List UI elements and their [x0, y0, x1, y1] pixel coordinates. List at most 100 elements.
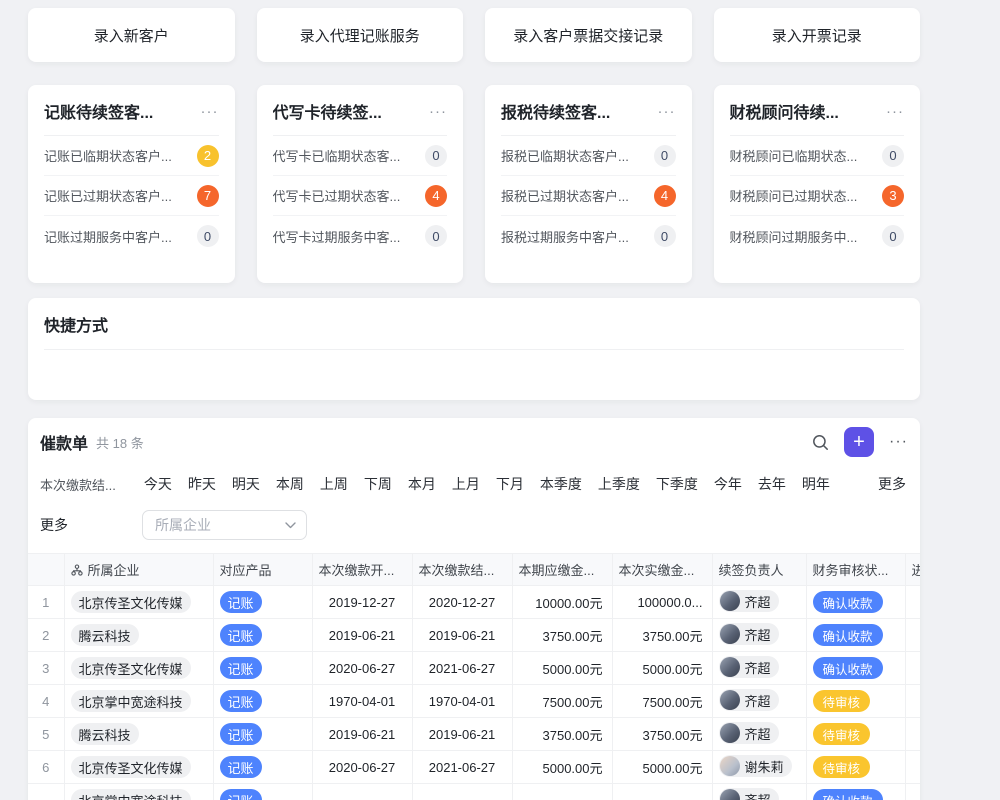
table-row[interactable]: 北京掌中宽途科技 记账 齐超 确认收款 — [28, 784, 920, 800]
start-date-cell[interactable]: 2019-12-27 — [312, 586, 412, 619]
table-row[interactable]: 6 北京传圣文化传媒 记账 2020-06-27 2021-06-27 5000… — [28, 751, 920, 784]
start-date-cell[interactable]: 2019-06-21 — [312, 718, 412, 751]
company-tag[interactable]: 北京掌中宽途科技 — [71, 789, 191, 800]
person-tag[interactable]: 齐超 — [719, 788, 779, 800]
filter-chip-next-quarter[interactable]: 下季度 — [656, 474, 698, 494]
product-tag[interactable]: 记账 — [220, 624, 262, 646]
table-row[interactable]: 4 北京掌中宽途科技 记账 1970-04-01 1970-04-01 7500… — [28, 685, 920, 718]
stat-item[interactable]: 记账已临期状态客户... 2 — [44, 136, 219, 176]
stat-item[interactable]: 代写卡已过期状态客... 4 — [273, 176, 448, 216]
filter-chip-tomorrow[interactable]: 明天 — [232, 474, 260, 494]
search-icon[interactable] — [812, 434, 829, 451]
company-tag[interactable]: 北京传圣文化传媒 — [71, 591, 191, 613]
more-menu-icon[interactable]: ··· — [889, 433, 908, 451]
column-header-product[interactable]: 对应产品 — [213, 554, 312, 586]
amount-paid-cell[interactable]: 5000.00元 — [612, 652, 712, 685]
stat-item[interactable]: 财税顾问过期服务中... 0 — [730, 216, 905, 256]
more-filters-button[interactable]: 更多 — [40, 515, 68, 535]
filter-chip-today[interactable]: 今天 — [144, 474, 172, 494]
company-tag[interactable]: 腾云科技 — [71, 624, 139, 646]
status-badge[interactable]: 待审核 — [813, 723, 871, 745]
amount-due-cell[interactable]: 5000.00元 — [512, 751, 612, 784]
amount-due-cell[interactable] — [512, 784, 612, 800]
filter-chip-this-quarter[interactable]: 本季度 — [540, 474, 582, 494]
add-record-button[interactable]: + — [844, 427, 874, 457]
column-header-renewal-owner[interactable]: 续签负责人 — [712, 554, 806, 586]
filter-chip-last-year[interactable]: 去年 — [758, 474, 786, 494]
entry-bill-handover-button[interactable]: 录入客户票据交接记录 — [485, 8, 692, 62]
end-date-cell[interactable]: 2019-06-21 — [412, 619, 512, 652]
stat-item[interactable]: 记账已过期状态客户... 7 — [44, 176, 219, 216]
table-row[interactable]: 2 腾云科技 记账 2019-06-21 2019-06-21 3750.00元… — [28, 619, 920, 652]
start-date-cell[interactable]: 2019-06-21 — [312, 619, 412, 652]
filter-chip-this-week[interactable]: 本周 — [276, 474, 304, 494]
person-tag[interactable]: 齐超 — [719, 689, 779, 711]
company-tag[interactable]: 腾云科技 — [71, 723, 139, 745]
stat-item[interactable]: 报税已过期状态客户... 4 — [501, 176, 676, 216]
entry-invoice-record-button[interactable]: 录入开票记录 — [714, 8, 921, 62]
amount-due-cell[interactable]: 3750.00元 — [512, 619, 612, 652]
filter-more-button[interactable]: 更多 — [878, 474, 906, 494]
start-date-cell[interactable]: 1970-04-01 — [312, 685, 412, 718]
column-header-audit-status[interactable]: 财务审核状... — [806, 554, 905, 586]
filter-chip-next-month[interactable]: 下月 — [496, 474, 524, 494]
person-tag[interactable]: 齐超 — [719, 590, 779, 612]
stat-item[interactable]: 代写卡过期服务中客... 0 — [273, 216, 448, 256]
status-badge[interactable]: 待审核 — [813, 690, 871, 712]
status-badge[interactable]: 待审核 — [813, 756, 871, 778]
stat-item[interactable]: 报税过期服务中客户... 0 — [501, 216, 676, 256]
product-tag[interactable]: 记账 — [220, 591, 262, 613]
more-menu-icon[interactable]: ··· — [886, 104, 904, 119]
table-row[interactable]: 5 腾云科技 记账 2019-06-21 2019-06-21 3750.00元… — [28, 718, 920, 751]
stat-item[interactable]: 财税顾问已临期状态... 0 — [730, 136, 905, 176]
filter-chip-next-year[interactable]: 明年 — [802, 474, 830, 494]
person-tag[interactable]: 齐超 — [719, 623, 779, 645]
company-tag[interactable]: 北京传圣文化传媒 — [71, 657, 191, 679]
filter-chip-last-month[interactable]: 上月 — [452, 474, 480, 494]
table-row[interactable]: 3 北京传圣文化传媒 记账 2020-06-27 2021-06-27 5000… — [28, 652, 920, 685]
company-tag[interactable]: 北京掌中宽途科技 — [71, 690, 191, 712]
amount-due-cell[interactable]: 7500.00元 — [512, 685, 612, 718]
person-tag[interactable]: 齐超 — [719, 722, 779, 744]
product-tag[interactable]: 记账 — [220, 756, 262, 778]
start-date-cell[interactable]: 2020-06-27 — [312, 751, 412, 784]
stat-item[interactable]: 代写卡已临期状态客... 0 — [273, 136, 448, 176]
column-header-company[interactable]: 所属企业 — [64, 554, 213, 586]
stat-item[interactable]: 报税已临期状态客户... 0 — [501, 136, 676, 176]
column-header-end-date[interactable]: 本次缴款结... — [412, 554, 512, 586]
table-row[interactable]: 1 北京传圣文化传媒 记账 2019-12-27 2020-12-27 1000… — [28, 586, 920, 619]
column-header-start-date[interactable]: 本次缴款开... — [312, 554, 412, 586]
stat-item[interactable]: 财税顾问已过期状态... 3 — [730, 176, 905, 216]
amount-paid-cell[interactable]: 100000.0... — [612, 586, 712, 619]
more-menu-icon[interactable]: ··· — [201, 104, 219, 119]
more-menu-icon[interactable]: ··· — [429, 104, 447, 119]
filter-chip-last-week[interactable]: 上周 — [320, 474, 348, 494]
amount-paid-cell[interactable]: 7500.00元 — [612, 685, 712, 718]
filter-chip-this-month[interactable]: 本月 — [408, 474, 436, 494]
product-tag[interactable]: 记账 — [220, 657, 262, 679]
entry-new-customer-button[interactable]: 录入新客户 — [28, 8, 235, 62]
end-date-cell[interactable]: 2019-06-21 — [412, 718, 512, 751]
amount-paid-cell[interactable]: 3750.00元 — [612, 619, 712, 652]
filter-chip-yesterday[interactable]: 昨天 — [188, 474, 216, 494]
column-header-amount-due[interactable]: 本期应缴金... — [512, 554, 612, 586]
start-date-cell[interactable]: 2020-06-27 — [312, 652, 412, 685]
status-badge[interactable]: 确认收款 — [813, 789, 883, 800]
end-date-cell[interactable]: 2021-06-27 — [412, 751, 512, 784]
company-filter-dropdown[interactable]: 所属企业 — [142, 510, 307, 540]
column-header-amount-paid[interactable]: 本次实缴金... — [612, 554, 712, 586]
product-tag[interactable]: 记账 — [220, 789, 262, 800]
amount-paid-cell[interactable] — [612, 784, 712, 800]
end-date-cell[interactable] — [412, 784, 512, 800]
amount-paid-cell[interactable]: 5000.00元 — [612, 751, 712, 784]
start-date-cell[interactable] — [312, 784, 412, 800]
person-tag[interactable]: 谢朱莉 — [719, 755, 792, 777]
end-date-cell[interactable]: 2021-06-27 — [412, 652, 512, 685]
amount-due-cell[interactable]: 3750.00元 — [512, 718, 612, 751]
end-date-cell[interactable]: 2020-12-27 — [412, 586, 512, 619]
product-tag[interactable]: 记账 — [220, 723, 262, 745]
end-date-cell[interactable]: 1970-04-01 — [412, 685, 512, 718]
status-badge[interactable]: 确认收款 — [813, 624, 883, 646]
amount-due-cell[interactable]: 10000.00元 — [512, 586, 612, 619]
person-tag[interactable]: 齐超 — [719, 656, 779, 678]
